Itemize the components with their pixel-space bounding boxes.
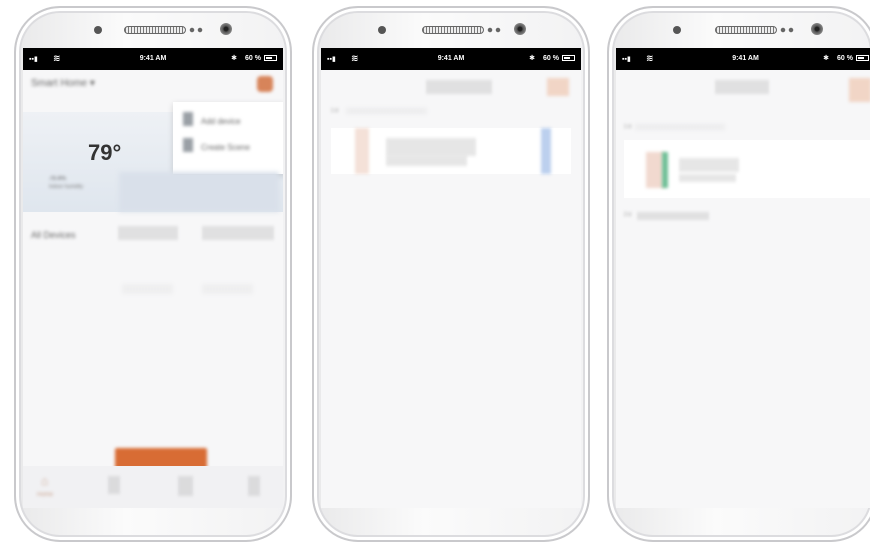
avatar[interactable] [547,78,569,96]
battery-icon [264,55,277,61]
humidity-value: 79.4% [49,176,67,182]
sensor-dot [378,26,386,34]
bluetooth-icon: ✱ [529,55,535,62]
speaker-dots [779,27,795,33]
battery-percent: 60 % [245,55,261,62]
add-icon[interactable] [257,76,273,92]
menu-item-create-scene[interactable]: Create Scene [183,138,275,152]
screen-home: ▪▪▮ ≋ 9:41 AM ✱ 60 % Smart Home ▾ 79° 79… [23,48,283,508]
home-selector[interactable]: Smart Home ▾ [31,78,95,89]
item-title [387,138,477,156]
section-label: 1 d [331,108,338,114]
tab-home[interactable]: Home [37,492,53,498]
status-bar: ▪▪▮ ≋ 9:41 AM ✱ 60 % [616,48,870,70]
device-icon [183,112,193,126]
status-bar: ▪▪▮ ≋ 9:41 AM ✱ 60 % [23,48,283,70]
room-tab[interactable] [119,226,179,240]
menu-item-add-device[interactable]: Add device [183,112,275,126]
tab-profile[interactable] [249,476,261,496]
sensor-dot [94,26,102,34]
status-time: 9:41 AM [139,55,167,62]
status-bar: ▪▪▮ ≋ 9:41 AM ✱ 60 % [321,48,581,70]
add-menu-popup: Add device Create Scene [173,102,283,174]
scene-icon [183,138,193,152]
item-thumbnail [355,128,369,174]
item-title [680,158,740,172]
front-camera [514,23,526,35]
tab-smart[interactable] [179,476,193,496]
temperature-value: 79° [88,140,122,165]
section-subtitle-2 [638,212,708,220]
section-label-2: 2 d [624,212,631,218]
earpiece-speaker [422,26,484,34]
speaker-dots [486,27,502,33]
status-time: 9:41 AM [437,55,465,62]
item-subtitle [680,174,736,182]
tab-bar: ⌂ Home [23,466,283,508]
placeholder-text [203,284,253,294]
home-tab-icon[interactable]: ⌂ [41,474,48,488]
status-time: 9:41 AM [732,55,759,62]
menu-item-label: Create Scene [201,143,250,152]
speaker-dots [188,27,204,33]
bluetooth-icon: ✱ [231,55,237,62]
front-camera [220,23,232,35]
screen-list: ▪▪▮ ≋ 9:41 AM ✱ 60 % 1 d [321,48,581,508]
phone-frame-3: ▪▪▮ ≋ 9:41 AM ✱ 60 % 1 d 2 d [607,6,870,542]
page-title [716,80,770,94]
bluetooth-icon: ✱ [823,55,829,62]
section-subtitle [347,108,427,114]
blurred-menu-region [119,172,279,212]
avatar[interactable] [849,78,870,102]
battery-icon [562,55,575,61]
section-subtitle [636,124,726,130]
list-item[interactable] [624,140,870,198]
all-devices-tab[interactable]: All Devices [31,230,76,240]
page-title [427,80,491,94]
battery-percent: 60 % [543,55,559,62]
tab-scenes[interactable] [109,476,119,494]
status-indicator [662,152,668,188]
phone-frame-1: ▪▪▮ ≋ 9:41 AM ✱ 60 % Smart Home ▾ 79° 79… [14,6,292,542]
item-action[interactable] [541,128,551,174]
placeholder-text [123,284,173,294]
humidity-label: Indoor humidity [49,184,84,190]
earpiece-speaker [124,26,186,34]
item-subtitle [387,156,467,166]
screen-detail: ▪▪▮ ≋ 9:41 AM ✱ 60 % 1 d 2 d [616,48,870,508]
list-item[interactable] [331,128,571,174]
menu-item-label: Add device [201,117,241,126]
battery-icon [856,55,869,61]
front-camera [811,23,823,35]
sensor-dot [673,26,681,34]
room-tab[interactable] [203,226,273,240]
battery-percent: 60 % [837,55,853,62]
phone-frame-2: ▪▪▮ ≋ 9:41 AM ✱ 60 % 1 d [312,6,590,542]
earpiece-speaker [715,26,777,34]
section-label: 1 d [624,124,631,130]
